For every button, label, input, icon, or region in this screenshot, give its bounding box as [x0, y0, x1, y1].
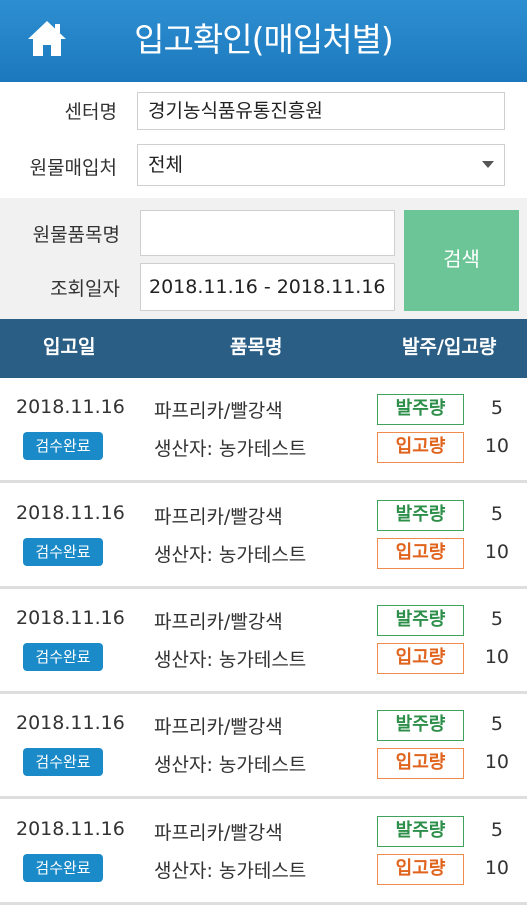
table-row[interactable]: 2018.11.16 검수완료 파프리카/빨강색 생산자: 농가테스트 발주량 …	[0, 378, 527, 483]
receive-qty-value: 10	[484, 646, 509, 668]
receive-qty-value: 10	[484, 751, 509, 773]
receive-qty-tag: 입고량	[377, 854, 464, 885]
order-qty-tag: 발주량	[377, 500, 464, 531]
order-qty-tag: 발주량	[377, 816, 464, 847]
row-date: 2018.11.16	[16, 502, 125, 524]
table-row[interactable]: 2018.11.16 검수완료 파프리카/빨강색 생산자: 농가테스트 발주량 …	[0, 694, 527, 799]
row-item-name: 파프리카/빨강색	[154, 716, 283, 738]
order-qty-value: 5	[490, 503, 503, 525]
center-field[interactable]: 경기농식품유통진흥원	[137, 92, 505, 130]
row-producer: 생산자: 농가테스트	[154, 860, 307, 882]
row-producer: 생산자: 농가테스트	[154, 438, 307, 460]
app-bar: 입고확인(매입처별)	[0, 0, 527, 82]
row-producer: 생산자: 농가테스트	[154, 649, 307, 671]
order-qty-value: 5	[490, 713, 503, 735]
search-button[interactable]: 검색	[404, 210, 519, 311]
table-row[interactable]: 2018.11.16 검수완료 파프리카/빨강색 생산자: 농가테스트 발주량 …	[0, 484, 527, 589]
row-item-name: 파프리카/빨강색	[154, 611, 283, 633]
supplier-select[interactable]: 전체	[137, 144, 505, 186]
row-item-name: 파프리카/빨강색	[154, 506, 283, 528]
status-badge: 검수완료	[23, 432, 103, 460]
product-label: 원물품목명	[32, 224, 120, 246]
order-qty-value: 5	[490, 819, 503, 841]
row-date: 2018.11.16	[16, 818, 125, 840]
row-item-name: 파프리카/빨강색	[154, 400, 283, 422]
receive-qty-tag: 입고량	[377, 643, 464, 674]
order-qty-tag: 발주량	[377, 394, 464, 425]
row-date: 2018.11.16	[16, 607, 125, 629]
order-qty-value: 5	[490, 608, 503, 630]
order-qty-value: 5	[490, 397, 503, 419]
status-badge: 검수완료	[23, 854, 103, 882]
page-title: 입고확인(매입처별)	[134, 20, 394, 59]
row-item-name: 파프리카/빨강색	[154, 822, 283, 844]
column-header-date: 입고일	[43, 336, 96, 358]
row-date: 2018.11.16	[16, 396, 125, 418]
status-badge: 검수완료	[23, 643, 103, 671]
home-button[interactable]	[26, 19, 68, 59]
column-header-quantity: 발주/입고량	[402, 336, 497, 358]
date-label: 조회일자	[50, 278, 120, 300]
order-qty-tag: 발주량	[377, 605, 464, 636]
receive-qty-value: 10	[484, 435, 509, 457]
status-badge: 검수완료	[23, 748, 103, 776]
product-input[interactable]	[140, 210, 395, 256]
supplier-label: 원물매입처	[29, 157, 117, 179]
supplier-select-value: 전체	[148, 154, 183, 176]
table-header: 입고일 품목명 발주/입고량	[0, 319, 527, 378]
receive-qty-tag: 입고량	[377, 538, 464, 569]
order-qty-tag: 발주량	[377, 710, 464, 741]
chevron-down-icon	[482, 161, 494, 168]
receive-qty-value: 10	[484, 541, 509, 563]
receive-qty-tag: 입고량	[377, 748, 464, 779]
row-date: 2018.11.16	[16, 712, 125, 734]
table-row[interactable]: 2018.11.16 검수완료 파프리카/빨강색 생산자: 농가테스트 발주량 …	[0, 800, 527, 905]
row-producer: 생산자: 농가테스트	[154, 544, 307, 566]
receive-qty-tag: 입고량	[377, 432, 464, 463]
date-range-field[interactable]: 2018.11.16 - 2018.11.16	[140, 263, 395, 311]
receive-qty-value: 10	[484, 857, 509, 879]
status-badge: 검수완료	[23, 538, 103, 566]
column-header-item: 품목명	[230, 336, 283, 358]
home-icon	[28, 21, 66, 56]
center-label: 센터명	[64, 101, 117, 123]
table-row[interactable]: 2018.11.16 검수완료 파프리카/빨강색 생산자: 농가테스트 발주량 …	[0, 589, 527, 694]
row-producer: 생산자: 농가테스트	[154, 754, 307, 776]
